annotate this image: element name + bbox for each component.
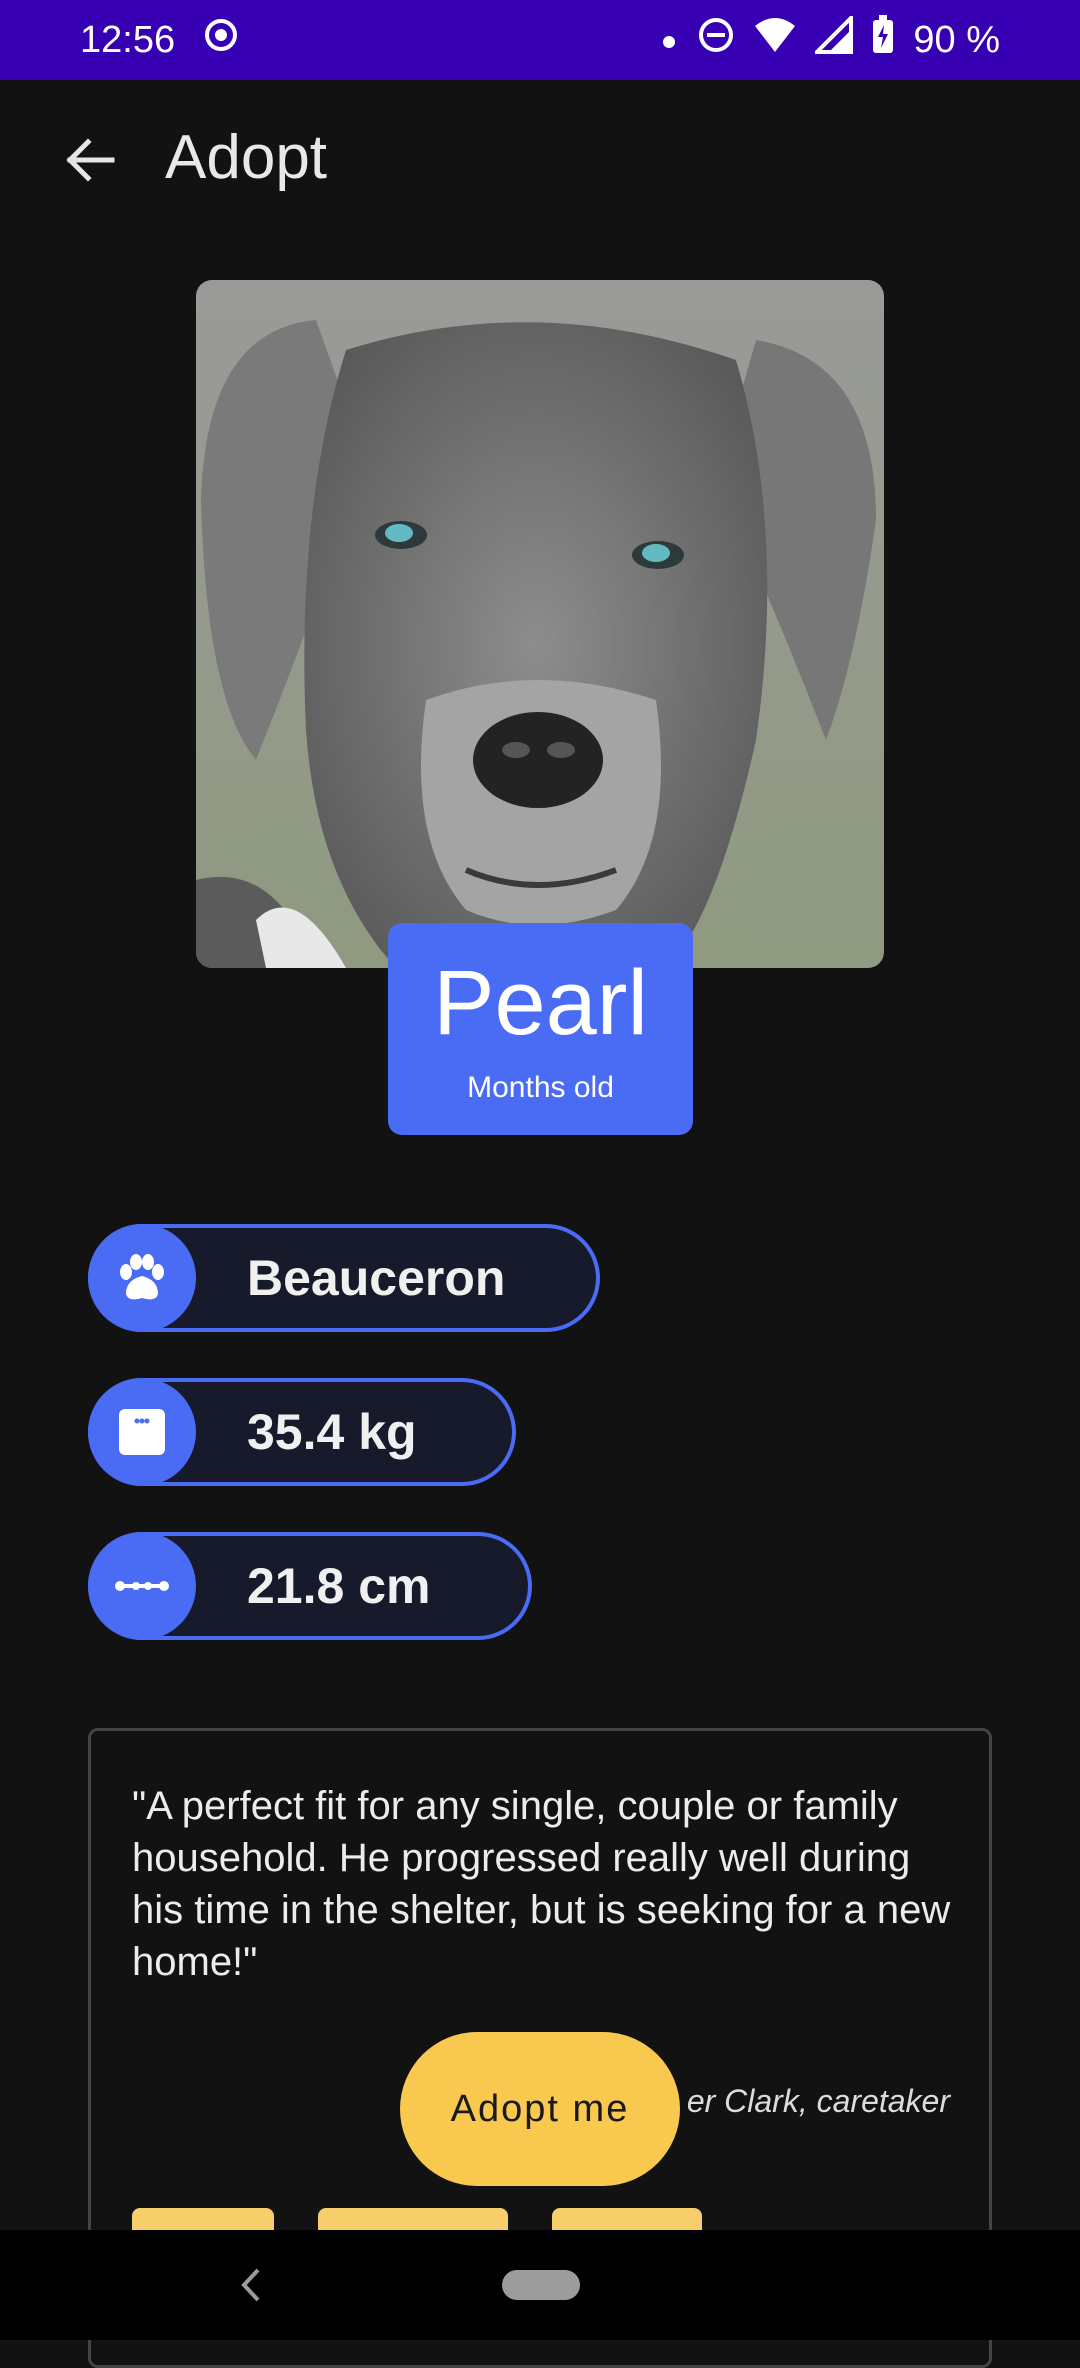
height-measure-icon — [88, 1532, 196, 1640]
weight-scale-icon — [88, 1378, 196, 1486]
chevron-left-icon — [241, 2268, 260, 2302]
status-bar: 12:56 90 % — [0, 0, 1080, 80]
nav-back-button[interactable] — [236, 2266, 266, 2309]
notification-dot-icon — [659, 19, 679, 62]
pet-photo — [196, 280, 884, 968]
page-title: Adopt — [165, 123, 328, 192]
arrow-back-icon — [66, 138, 115, 182]
pet-name-card: Pearl Months old — [388, 923, 693, 1135]
wifi-icon — [753, 16, 797, 64]
system-navigation-bar — [0, 2230, 1080, 2340]
pet-name: Pearl — [433, 952, 648, 1054]
battery-percentage: 90 % — [913, 18, 1000, 61]
back-button[interactable] — [60, 130, 120, 190]
battery-charging-icon — [871, 15, 895, 65]
breed-label: Beauceron — [247, 1250, 506, 1306]
nav-home-pill[interactable] — [502, 2270, 580, 2300]
adopt-me-label: Adopt me — [450, 2087, 630, 2130]
do-not-disturb-icon — [697, 16, 735, 64]
cell-signal-icon — [812, 13, 854, 64]
height-label: 21.8 cm — [247, 1558, 431, 1614]
height-chip: 21.8 cm — [88, 1532, 532, 1640]
adopt-me-button[interactable]: Adopt me — [400, 2032, 680, 2186]
weight-label: 35.4 kg — [247, 1404, 417, 1460]
testimonial-quote: "A perfect fit for any single, couple or… — [132, 1784, 951, 1984]
breed-chip: Beauceron — [88, 1224, 600, 1332]
status-time: 12:56 — [80, 18, 176, 61]
weight-chip: 35.4 kg — [88, 1378, 516, 1486]
paw-icon — [88, 1224, 196, 1332]
app-bar: Adopt — [0, 80, 1080, 240]
testimonial-attribution: er Clark, caretaker — [686, 2083, 950, 2119]
location-sync-icon — [201, 15, 241, 65]
pet-age: Months old — [467, 1071, 614, 1104]
